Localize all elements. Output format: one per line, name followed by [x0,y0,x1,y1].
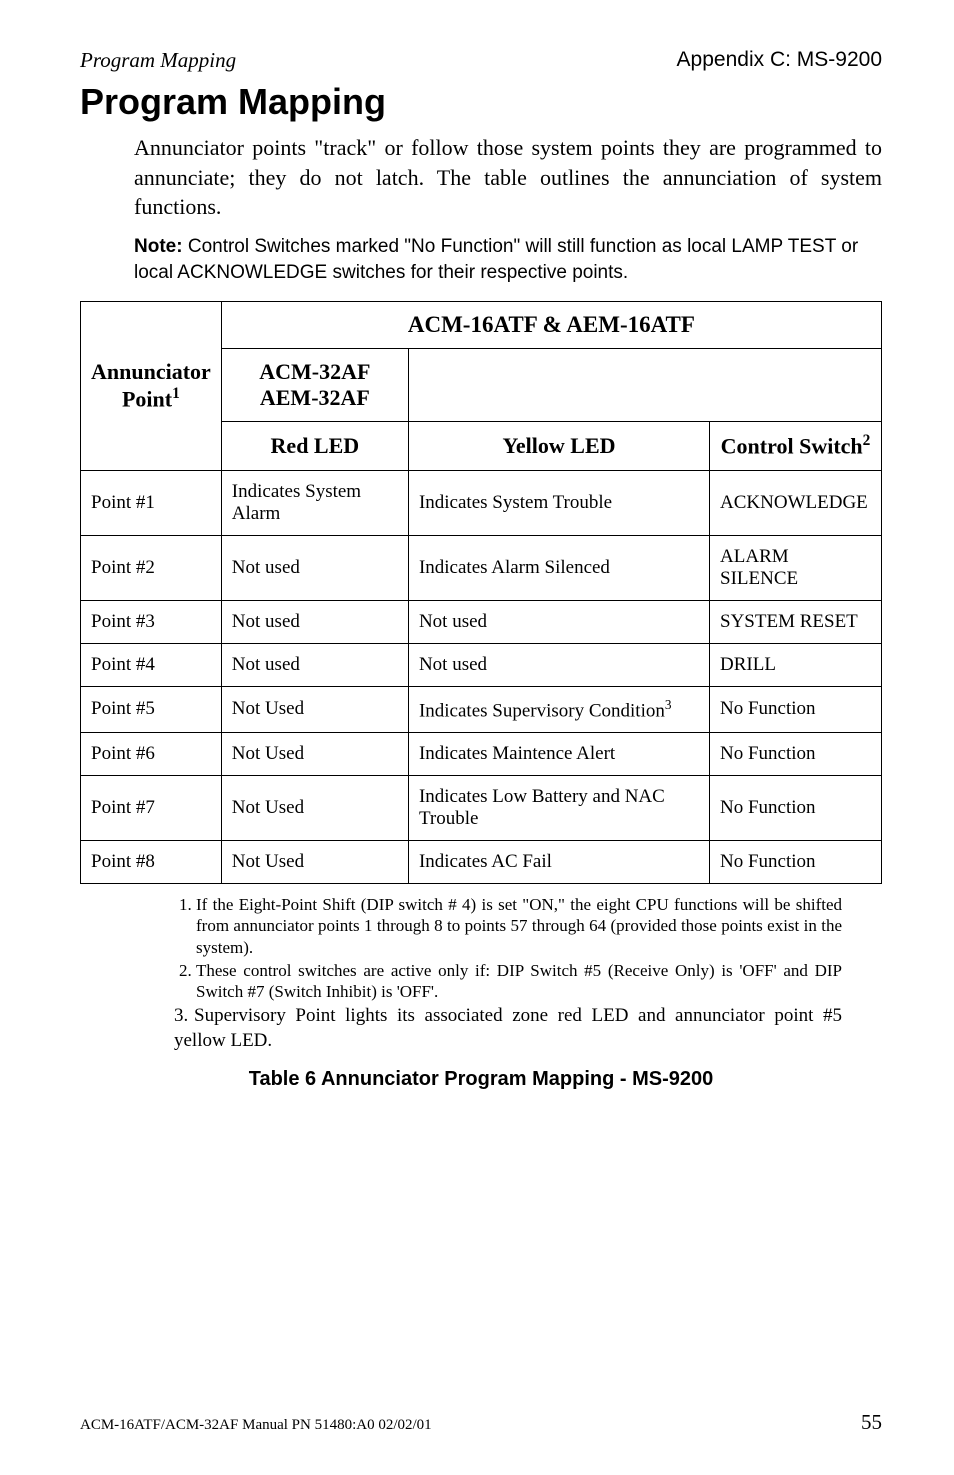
col-ctrl-sup: 2 [863,432,871,449]
footer-page-number: 55 [861,1410,882,1435]
table-row: Point #4 Not used Not used DRILL [81,643,882,686]
cell-point: Point #5 [81,686,222,732]
footer-left: ACM-16ATF/ACM-32AF Manual PN 51480:A0 02… [80,1417,432,1434]
cell-point: Point #6 [81,733,222,776]
cell-red: Not used [221,600,408,643]
cell-yellow: Not used [408,600,709,643]
row-header-line1: Annunciator [91,359,211,384]
cell-red: Indicates System Alarm [221,470,408,535]
cell-red: Not Used [221,686,408,732]
cell-ctrl: SYSTEM RESET [710,600,882,643]
cell-yellow: Indicates Supervisory Condition3 [408,686,709,732]
empty-header-cell [408,349,881,422]
cell-red: Not used [221,643,408,686]
footnotes-small: If the Eight-Point Shift (DIP switch # 4… [174,894,842,1002]
cell-yellow: Not used [408,643,709,686]
intro-paragraph: Annunciator points "track" or follow tho… [134,133,882,222]
cell-point: Point #1 [81,470,222,535]
span-header: ACM-16ATF & AEM-16ATF [221,302,881,349]
note-text: Control Switches marked "No Function" wi… [134,236,858,283]
cell-red: Not Used [221,776,408,841]
cell-ctrl: No Function [710,841,882,884]
sub-header-cell: ACM-32AF AEM-32AF [221,349,408,422]
cell-yellow: Indicates Alarm Silenced [408,535,709,600]
cell-point: Point #2 [81,535,222,600]
col-ctrl: Control Switch2 [710,422,882,470]
cell-point: Point #7 [81,776,222,841]
running-header-right: Appendix C: MS-9200 [677,48,882,73]
note-block: Note: Control Switches marked "No Functi… [134,234,882,285]
cell-ctrl: No Function [710,686,882,732]
table-row: Point #8 Not Used Indicates AC Fail No F… [81,841,882,884]
col-yellow: Yellow LED [408,422,709,470]
cell-yellow: Indicates System Trouble [408,470,709,535]
cell-red: Not Used [221,841,408,884]
row-header-line2: Point [122,387,172,412]
table-row: Point #7 Not Used Indicates Low Battery … [81,776,882,841]
cell-point: Point #4 [81,643,222,686]
cell-ctrl: ACKNOWLEDGE [710,470,882,535]
cell-ctrl: No Function [710,776,882,841]
cell-red: Not Used [221,733,408,776]
row-header-sup: 1 [172,385,180,402]
running-header-left: Program Mapping [80,48,236,73]
row-header-cell: Annunciator Point1 [81,302,222,470]
cell-ctrl: No Function [710,733,882,776]
footnote-2: These control switches are active only i… [196,960,842,1003]
note-label: Note: [134,236,183,257]
table-row: Point #5 Not Used Indicates Supervisory … [81,686,882,732]
table-row: Point #2 Not used Indicates Alarm Silenc… [81,535,882,600]
cell-red: Not used [221,535,408,600]
table-row: Point #3 Not used Not used SYSTEM RESET [81,600,882,643]
section-title: Program Mapping [80,81,882,123]
cell-yellow: Indicates Maintence Alert [408,733,709,776]
mapping-table: Annunciator Point1 ACM-16ATF & AEM-16ATF… [80,301,882,884]
table-row: Point #6 Not Used Indicates Maintence Al… [81,733,882,776]
cell-ctrl: DRILL [710,643,882,686]
footnote-3: 3.Supervisory Point lights its associate… [174,1004,842,1053]
cell-yellow: Indicates Low Battery and NAC Trouble [408,776,709,841]
footnote-1: If the Eight-Point Shift (DIP switch # 4… [196,894,842,958]
sub-header-line1: ACM-32AF [259,359,370,384]
cell-point: Point #8 [81,841,222,884]
cell-yellow: Indicates AC Fail [408,841,709,884]
cell-point: Point #3 [81,600,222,643]
yellow-sup: 3 [665,697,672,712]
sub-header-line2: AEM-32AF [260,385,370,410]
cell-ctrl: ALARM SILENCE [710,535,882,600]
table-caption: Table 6 Annunciator Program Mapping - MS… [80,1068,882,1091]
table-row: Point #1 Indicates System Alarm Indicate… [81,470,882,535]
col-red: Red LED [221,422,408,470]
